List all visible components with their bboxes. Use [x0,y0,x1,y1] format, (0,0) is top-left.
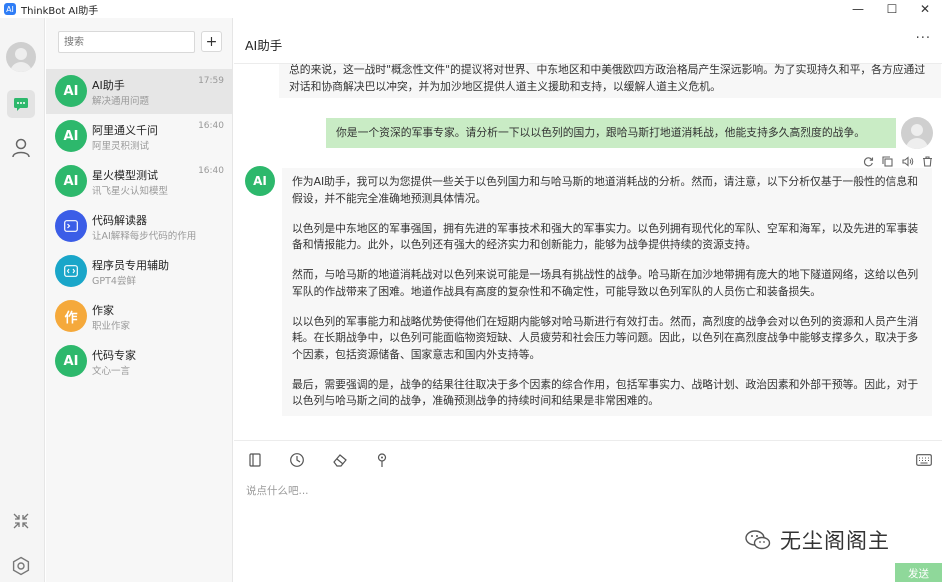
app-title: ThinkBot AI助手 [21,5,99,17]
list-item[interactable]: AI AI助手 解决通用问题 17:59 [46,69,233,114]
book-icon [249,453,261,467]
answer-paragraph: 以色列是中东地区的军事强国，拥有先进的军事技术和强大的军事实力。以色列拥有现代化… [292,221,919,252]
delete-icon[interactable] [922,155,933,167]
eraser-icon [333,454,347,467]
item-name: 阿里通义千问 [92,124,158,137]
add-conversation-button[interactable]: + [201,31,222,52]
message-area[interactable]: 总的来说，这一战时"概念性文件"的提议将对世界、中东地区和中美俄欧四方政治格局产… [234,64,942,440]
chat-nav-button[interactable] [7,90,35,118]
item-name: 作家 [92,304,114,317]
maximize-icon: ☐ [886,2,898,16]
watermark-text: 无尘阁阁主 [780,529,890,553]
ai-avatar-icon: AI [55,120,87,152]
item-subtitle: 阿里灵积测试 [92,141,150,152]
ai-avatar-icon: AI [55,165,87,197]
item-subtitle: 让AI解释每步代码的作用 [92,231,197,242]
template-button[interactable] [247,452,263,468]
list-item[interactable]: AI 代码专家 文心一言 [46,339,233,384]
message-toolbar [863,154,933,168]
speaker-icon[interactable] [902,155,914,167]
ai-avatar-icon: AI [55,75,87,107]
writer-avatar-icon: 作 [55,300,87,332]
code-icon [55,255,87,287]
item-name: 程序员专用辅助 [92,259,169,272]
item-subtitle: 讯飞星火认知模型 [92,186,169,197]
settings-button[interactable] [11,556,31,576]
nav-rail [0,18,45,582]
copy-icon[interactable] [882,155,893,167]
minimize-button[interactable]: — [841,0,875,18]
clock-icon [290,453,304,467]
answer-paragraph: 然而，与哈马斯的地道消耗战对以色列来说可能是一场具有挑战性的战争。哈马斯在加沙地… [292,268,919,298]
collapse-icon [13,513,29,529]
pin-button[interactable] [374,452,390,468]
item-time: 16:40 [198,121,224,131]
send-button[interactable]: 发送 [895,563,942,582]
wechat-icon [745,530,771,550]
answer-paragraph: 以以色列的军事能力和战略优势使得他们在短期内能够对哈马斯进行有效打击。然而，高烈… [292,314,919,361]
list-item[interactable]: 作 作家 职业作家 [46,294,233,339]
chat-header: AI助手 ··· [234,18,942,64]
answer-paragraph: 作为AI助手，我可以为您提供一些关于以色列国力和与哈马斯的地道消耗战的分析。然而… [292,175,918,205]
item-name: AI助手 [92,79,125,92]
chat-panel: AI助手 ··· 总的来说，这一战时"概念性文件"的提议将对世界、中东地区和中美… [234,18,942,582]
watermark: 无尘阁阁主 [744,525,890,555]
terminal-icon [55,210,87,242]
search-input[interactable] [58,31,195,53]
chat-title: AI助手 [245,38,283,53]
keyboard-button[interactable] [916,454,932,466]
ai-message: 作为AI助手，我可以为您提供一些关于以色列国力和与哈马斯的地道消耗战的分析。然而… [282,168,932,416]
contacts-nav-button[interactable] [10,137,32,159]
conversation-list: + AI AI助手 解决通用问题 17:59 AI 阿里通义千问 阿里灵积测试 … [46,18,233,582]
list-item[interactable]: 代码解读器 让AI解释每步代码的作用 [46,204,233,249]
user-message-avatar [901,117,933,149]
chat-icon [14,97,28,111]
title-bar: AI ThinkBot AI助手 — ☐ ✕ [0,0,942,18]
user-avatar[interactable] [6,42,36,72]
more-options-button[interactable]: ··· [916,31,931,46]
list-item[interactable]: AI 阿里通义千问 阿里灵积测试 16:40 [46,114,233,159]
refresh-icon[interactable] [863,156,874,167]
message-input[interactable]: 说点什么吧... [246,483,309,498]
clear-button[interactable] [332,452,348,468]
previous-ai-message: 总的来说，这一战时"概念性文件"的提议将对世界、中东地区和中美俄欧四方政治格局产… [279,64,941,98]
list-item[interactable]: 程序员专用辅助 GPT4尝鲜 [46,249,233,294]
item-subtitle: 职业作家 [92,321,131,332]
app-logo-icon: AI [4,3,16,15]
person-icon [12,138,30,158]
keyboard-icon [916,454,932,466]
minimize-icon: — [852,2,864,16]
item-name: 星火模型测试 [92,169,158,182]
item-subtitle: GPT4尝鲜 [92,276,136,287]
item-subtitle: 解决通用问题 [92,96,150,107]
list-item[interactable]: AI 星火模型测试 讯飞星火认知模型 16:40 [46,159,233,204]
ai-message-avatar: AI [245,166,275,196]
collapse-button[interactable] [11,512,31,530]
item-subtitle: 文心一言 [92,366,131,377]
gear-icon [12,556,30,576]
item-name: 代码解读器 [92,214,147,227]
item-time: 17:59 [198,76,224,86]
history-button[interactable] [289,452,305,468]
ai-avatar-icon: AI [55,345,87,377]
item-name: 代码专家 [92,349,136,362]
composer: 说点什么吧... 无尘阁阁主 发送 [234,440,942,582]
item-time: 16:40 [198,166,224,176]
pin-icon [377,453,387,467]
close-icon: ✕ [919,2,931,16]
user-message: 你是一个资深的军事专家。请分析一下以以色列的国力，跟哈马斯打地道消耗战，他能支持… [326,118,896,148]
answer-paragraph: 最后，需要强调的是，战争的结果往往取决于多个因素的综合作用，包括军事实力、战略计… [292,377,919,408]
maximize-button[interactable]: ☐ [875,0,909,18]
close-button[interactable]: ✕ [908,0,942,18]
